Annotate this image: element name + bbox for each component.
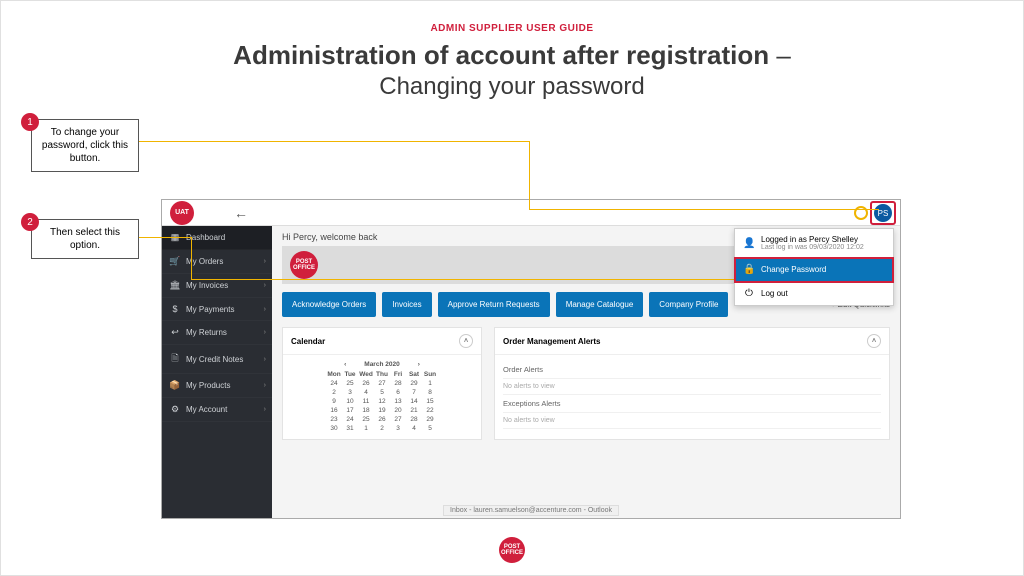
sidebar-label: My Account — [186, 405, 227, 414]
alert-row: Exceptions Alerts — [503, 395, 881, 413]
alert-row: Order Alerts — [503, 361, 881, 379]
calendar-grid: Mon Tue Wed Thu Fri Sat Sun 242526272829… — [326, 370, 438, 433]
cal-day: Sat — [406, 370, 422, 379]
prev-month[interactable]: ‹ — [344, 361, 346, 368]
collapse-icon[interactable]: ˄ — [459, 334, 473, 348]
sidebar-label: My Products — [186, 381, 230, 390]
change-password-option[interactable]: 🔒 Change Password — [735, 258, 893, 282]
alert-row-empty: No alerts to view — [503, 413, 881, 429]
leader-line — [529, 209, 879, 210]
page-root: ADMIN SUPPLIER USER GUIDE Administration… — [0, 0, 1024, 576]
sidebar-item-products[interactable]: 📦 My Products › — [162, 374, 272, 398]
logout-option[interactable]: ⏻ Log out — [735, 282, 893, 305]
sidebar-item-payments[interactable]: $ My Payments › — [162, 298, 272, 321]
calendar-title: Calendar — [291, 337, 325, 346]
cal-day: Wed — [358, 370, 374, 379]
calendar-body: ‹ March 2020 › Mon Tue Wed Thu — [283, 355, 481, 439]
dollar-icon: $ — [170, 304, 180, 314]
title-dash: – — [769, 40, 791, 70]
sidebar-label: My Invoices — [186, 281, 228, 290]
callout-badge-2: 2 — [21, 213, 39, 231]
ql-approve-returns[interactable]: Approve Return Requests — [438, 292, 550, 317]
sidebar-label: My Credit Notes — [186, 355, 243, 364]
user-avatar[interactable]: PS — [874, 204, 892, 222]
gear-icon: ⚙ — [170, 404, 180, 415]
leader-line — [529, 141, 530, 209]
callout-2: Then select this option. — [31, 219, 139, 259]
sidebar-item-dashboard[interactable]: ▦ Dashboard — [162, 226, 272, 250]
document-icon: 🗎 — [170, 351, 180, 367]
user-menu-info: 👤 Logged in as Percy Shelley Last log in… — [735, 229, 893, 258]
user-menu: 👤 Logged in as Percy Shelley Last log in… — [734, 228, 894, 306]
cart-icon: 🛒 — [170, 256, 180, 267]
leader-line — [139, 141, 529, 142]
chevron-right-icon: › — [264, 406, 266, 413]
title-block: Administration of account after registra… — [1, 40, 1023, 101]
next-month[interactable]: › — [418, 361, 420, 368]
alerts-panel: Order Management Alerts ˄ Order Alerts N… — [494, 327, 890, 440]
sidebar-item-returns[interactable]: ↩ My Returns › — [162, 321, 272, 345]
user-menu-info-text: Logged in as Percy Shelley Last log in w… — [761, 235, 864, 251]
sidebar-item-credit-notes[interactable]: 🗎 My Credit Notes › — [162, 345, 272, 374]
power-icon: ⏻ — [743, 288, 755, 299]
sidebar-label: My Payments — [186, 305, 234, 314]
leader-line — [191, 237, 192, 279]
chevron-right-icon: › — [264, 329, 266, 336]
cal-day: Sun — [422, 370, 438, 379]
leader-line — [139, 237, 191, 238]
post-office-logo: POST OFFICE — [499, 537, 525, 563]
cal-day: Thu — [374, 370, 390, 379]
callout-1: To change your password, click this butt… — [31, 119, 139, 172]
logged-in-as: Logged in as Percy Shelley — [761, 235, 858, 244]
chevron-right-icon: › — [264, 282, 266, 289]
chevron-right-icon: › — [264, 258, 266, 265]
calendar-month: March 2020 — [364, 361, 399, 368]
doc-header: ADMIN SUPPLIER USER GUIDE — [1, 23, 1023, 34]
last-login: Last log in was 09/03/2020 12:02 — [761, 244, 864, 251]
bank-icon: 🏛 — [170, 280, 180, 291]
box-icon: 📦 — [170, 380, 180, 391]
ql-manage-catalogue[interactable]: Manage Catalogue — [556, 292, 644, 317]
alerts-body: Order Alerts No alerts to view Exception… — [495, 355, 889, 435]
cal-day: Fri — [390, 370, 406, 379]
callout-badge-1: 1 — [21, 113, 39, 131]
chevron-right-icon: › — [264, 356, 266, 363]
sidebar-label: My Returns — [186, 328, 227, 337]
sidebar-item-account[interactable]: ⚙ My Account › — [162, 398, 272, 422]
sidebar-item-invoices[interactable]: 🏛 My Invoices › — [162, 274, 272, 298]
title-main: Administration of account after registra… — [233, 40, 769, 70]
alert-row-empty: No alerts to view — [503, 379, 881, 395]
cal-day: Tue — [342, 370, 358, 379]
logout-label: Log out — [761, 289, 788, 298]
post-office-logo: POST OFFICE — [290, 251, 318, 279]
calendar-panel: Calendar ˄ ‹ March 2020 › Mon — [282, 327, 482, 440]
back-button[interactable]: ← — [234, 205, 248, 221]
calendar-header: Calendar ˄ — [283, 328, 481, 355]
cal-day: Mon — [326, 370, 342, 379]
lock-icon: 🔒 — [743, 264, 755, 275]
panels-row: Calendar ˄ ‹ March 2020 › Mon — [282, 327, 890, 440]
calendar-month-row: ‹ March 2020 › — [291, 361, 473, 368]
footer-logo: POST OFFICE — [499, 537, 525, 563]
chevron-right-icon: › — [264, 382, 266, 389]
taskbar-outlook: Inbox - lauren.samuelson@accenture.com -… — [443, 505, 619, 516]
ql-acknowledge-orders[interactable]: Acknowledge Orders — [282, 292, 376, 317]
title-subtitle: Changing your password — [1, 73, 1023, 101]
chevron-right-icon: › — [264, 306, 266, 313]
sidebar-item-orders[interactable]: 🛒 My Orders › — [162, 250, 272, 274]
app-screenshot: UAT ← PS ▦ Dashboard 🛒 My Orders › 🏛 My — [161, 199, 901, 519]
leader-line — [283, 279, 743, 280]
leader-line — [191, 279, 283, 280]
logo-uat: UAT — [170, 201, 194, 225]
alerts-title: Order Management Alerts — [503, 337, 601, 346]
app-topbar: UAT ← PS — [162, 200, 900, 226]
person-icon: 👤 — [743, 238, 755, 249]
alerts-header: Order Management Alerts ˄ — [495, 328, 889, 355]
return-icon: ↩ — [170, 327, 180, 338]
sidebar: ▦ Dashboard 🛒 My Orders › 🏛 My Invoices … — [162, 226, 272, 518]
ql-invoices[interactable]: Invoices — [382, 292, 431, 317]
change-password-label: Change Password — [761, 265, 826, 274]
collapse-icon[interactable]: ˄ — [867, 334, 881, 348]
ql-company-profile[interactable]: Company Profile — [649, 292, 728, 317]
